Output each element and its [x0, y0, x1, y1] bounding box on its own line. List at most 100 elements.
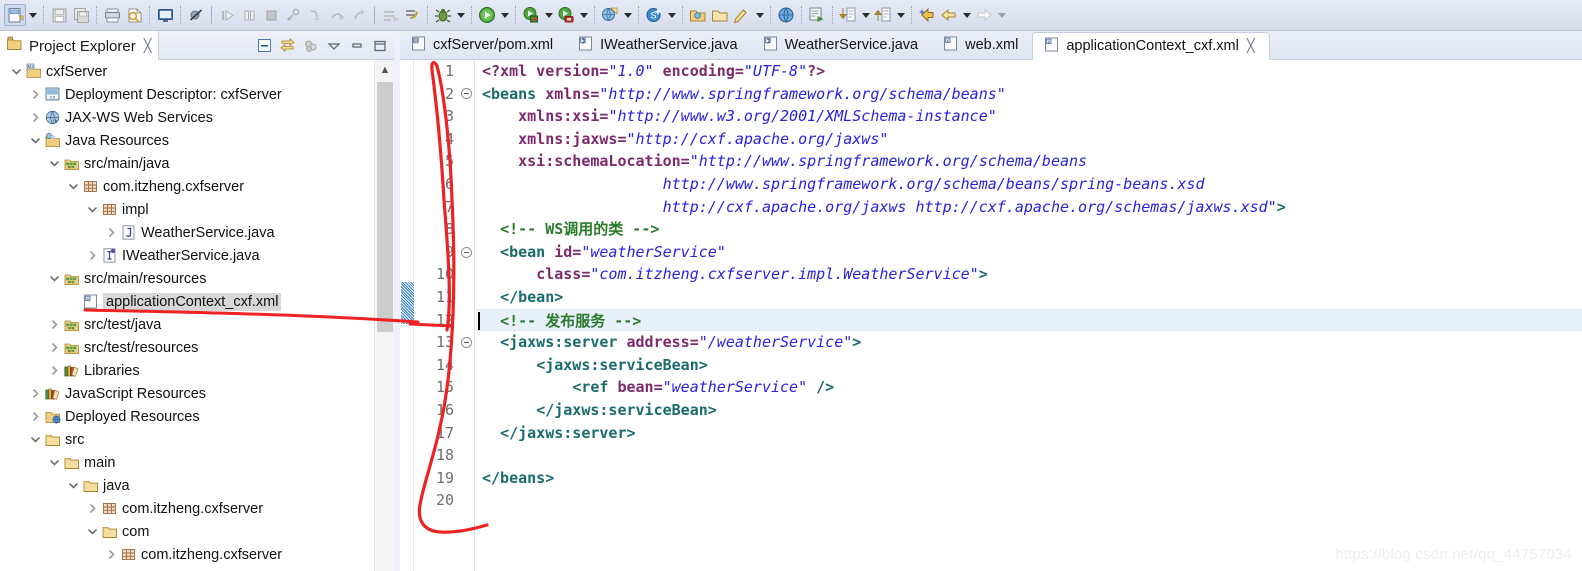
fold-collapse-icon[interactable] [458, 331, 474, 354]
console-icon[interactable] [154, 4, 176, 26]
chevron-right-icon[interactable] [27, 87, 43, 103]
code-line[interactable] [476, 444, 1582, 467]
code-line[interactable]: http://cxf.apache.org/jaxws http://cxf.a… [476, 196, 1582, 219]
tree-item[interactable]: JavaScript Resources [0, 382, 374, 405]
tree-item[interactable]: src [0, 428, 374, 451]
run-icon[interactable] [476, 4, 498, 26]
tree-item[interactable]: 2.5 Deployment Descriptor: cxfServer [0, 83, 374, 106]
tree-item[interactable]: impl [0, 198, 374, 221]
search-icon[interactable] [806, 4, 828, 26]
chevron-down-icon[interactable] [27, 432, 43, 448]
new-java-class-icon[interactable] [731, 4, 753, 26]
editor-tab[interactable]: x web.xml [932, 31, 1032, 59]
chevron-down-icon[interactable] [27, 133, 43, 149]
new-web-project-dropdown-arrow[interactable] [621, 4, 634, 26]
link-with-editor-icon[interactable] [277, 35, 298, 56]
new-file-icon[interactable] [4, 4, 26, 26]
run-dropdown-arrow[interactable] [498, 4, 511, 26]
code-line[interactable]: <jaxws:server address="/weatherService"> [476, 331, 1582, 354]
editor-tab[interactable]: WeatherService.java [752, 31, 933, 59]
deploy-icon[interactable] [401, 4, 423, 26]
new-java-class-dropdown-arrow[interactable] [753, 4, 766, 26]
tree-item[interactable]: src/main/java [0, 152, 374, 175]
tree-item[interactable]: main [0, 451, 374, 474]
code-line[interactable]: <!-- WS调用的类 --> [476, 218, 1582, 241]
chevron-down-icon[interactable] [46, 455, 62, 471]
tree-item[interactable]: Java Resources [0, 129, 374, 152]
next-annotation-icon[interactable] [837, 4, 859, 26]
web-browser-icon[interactable] [775, 4, 797, 26]
chevron-down-icon[interactable] [46, 156, 62, 172]
code-line[interactable]: </beans> [476, 467, 1582, 490]
chevron-right-icon[interactable] [46, 363, 62, 379]
skip-breakpoints-icon[interactable] [185, 4, 207, 26]
project-tree[interactable]: MJ cxfServer 2.5 Deployment Descriptor: cxf… [0, 60, 374, 571]
open-task-icon[interactable] [709, 4, 731, 26]
code-line[interactable]: xmlns:jaxws="http://cxf.apache.org/jaxws… [476, 128, 1582, 151]
tree-item[interactable]: com.itzheng.cxfserver [0, 543, 374, 566]
svn-dropdown-arrow[interactable] [665, 4, 678, 26]
chevron-down-icon[interactable] [84, 524, 100, 540]
tree-item[interactable]: src/test/java [0, 313, 374, 336]
editor-marker-bar[interactable] [400, 60, 414, 571]
previous-annotation-icon[interactable] [872, 4, 894, 26]
chevron-down-icon[interactable] [65, 478, 81, 494]
back-icon[interactable] [938, 4, 960, 26]
stop-server-dropdown-arrow[interactable] [577, 4, 590, 26]
code-line[interactable]: <?xml version="1.0" encoding="UTF-8"?> [476, 60, 1582, 83]
new-web-project-icon[interactable] [599, 4, 621, 26]
code-line[interactable]: xmlns:xsi="http://www.w3.org/2001/XMLSch… [476, 105, 1582, 128]
tree-item[interactable]: MJ cxfServer [0, 60, 374, 83]
tree-item[interactable]: src/main/resources [0, 267, 374, 290]
code-line[interactable] [476, 489, 1582, 512]
next-annotation-dropdown-arrow[interactable] [859, 4, 872, 26]
new-file-dropdown-arrow[interactable] [26, 4, 39, 26]
stop-server-icon[interactable] [555, 4, 577, 26]
code-line[interactable]: <beans xmlns="http://www.springframework… [476, 83, 1582, 106]
print-icon[interactable] [101, 4, 123, 26]
tree-item[interactable]: IWeatherService.java [0, 244, 374, 267]
minimize-icon[interactable] [346, 35, 367, 56]
tree-item[interactable]: com.itzheng.cxfserver [0, 175, 374, 198]
tree-item[interactable]: Libraries [0, 359, 374, 382]
open-type-icon[interactable] [687, 4, 709, 26]
chevron-down-icon[interactable] [46, 271, 62, 287]
chevron-right-icon[interactable] [27, 110, 43, 126]
build-icon[interactable] [123, 4, 145, 26]
code-line[interactable]: <ref bean="weatherService" /> [476, 376, 1582, 399]
editor-tab[interactable]: x applicationContext_cxf.xml ╳ [1032, 32, 1270, 60]
code-line[interactable]: http://www.springframework.org/schema/be… [476, 173, 1582, 196]
tree-item[interactable]: WeatherService.java [0, 221, 374, 244]
code-line-current[interactable]: <!-- 发布服务 --> [476, 308, 1582, 332]
editor-tab[interactable]: IWeatherService.java [567, 31, 752, 59]
project-explorer-tab[interactable]: Project Explorer ╳ [0, 31, 159, 60]
code-line[interactable]: </jaxws:serviceBean> [476, 399, 1582, 422]
tree-item[interactable]: com [0, 520, 374, 543]
run-server-dropdown-arrow[interactable] [542, 4, 555, 26]
chevron-down-icon[interactable] [65, 179, 81, 195]
folding-ruler[interactable] [458, 60, 474, 571]
tree-item[interactable]: src/test/resources [0, 336, 374, 359]
collapse-all-icon[interactable] [254, 35, 275, 56]
fold-collapse-icon[interactable] [458, 241, 474, 264]
tree-item[interactable]: java [0, 474, 374, 497]
chevron-right-icon[interactable] [103, 225, 119, 241]
scroll-up-arrow-icon[interactable]: ▲ [375, 60, 395, 80]
maximize-icon[interactable] [369, 35, 390, 56]
explorer-scrollbar[interactable]: ▲ [374, 60, 395, 571]
fold-collapse-icon[interactable] [458, 83, 474, 106]
debug-dropdown-arrow[interactable] [454, 4, 467, 26]
chevron-right-icon[interactable] [103, 547, 119, 563]
chevron-right-icon[interactable] [27, 409, 43, 425]
xml-source-editor[interactable]: 1 2 3 4 5 6 7 8 9 10 11 12 13 14 15 16 17 18 19 20 <?xml ve… [400, 60, 1582, 571]
run-server-icon[interactable] [520, 4, 542, 26]
tree-item[interactable]: Deployed Resources [0, 405, 374, 428]
code-line[interactable]: xsi:schemaLocation="http://www.springfra… [476, 150, 1582, 173]
chevron-down-icon[interactable] [84, 202, 100, 218]
code-line[interactable]: class="com.itzheng.cxfserver.impl.Weathe… [476, 263, 1582, 286]
chevron-right-icon[interactable] [27, 386, 43, 402]
code-text[interactable]: <?xml version="1.0" encoding="UTF-8"?> <b… [476, 60, 1582, 571]
back-dropdown-arrow[interactable] [960, 4, 973, 26]
editor-tab[interactable]: McxfServer/pom.xml [400, 31, 567, 59]
last-edit-location-icon[interactable] [916, 4, 938, 26]
